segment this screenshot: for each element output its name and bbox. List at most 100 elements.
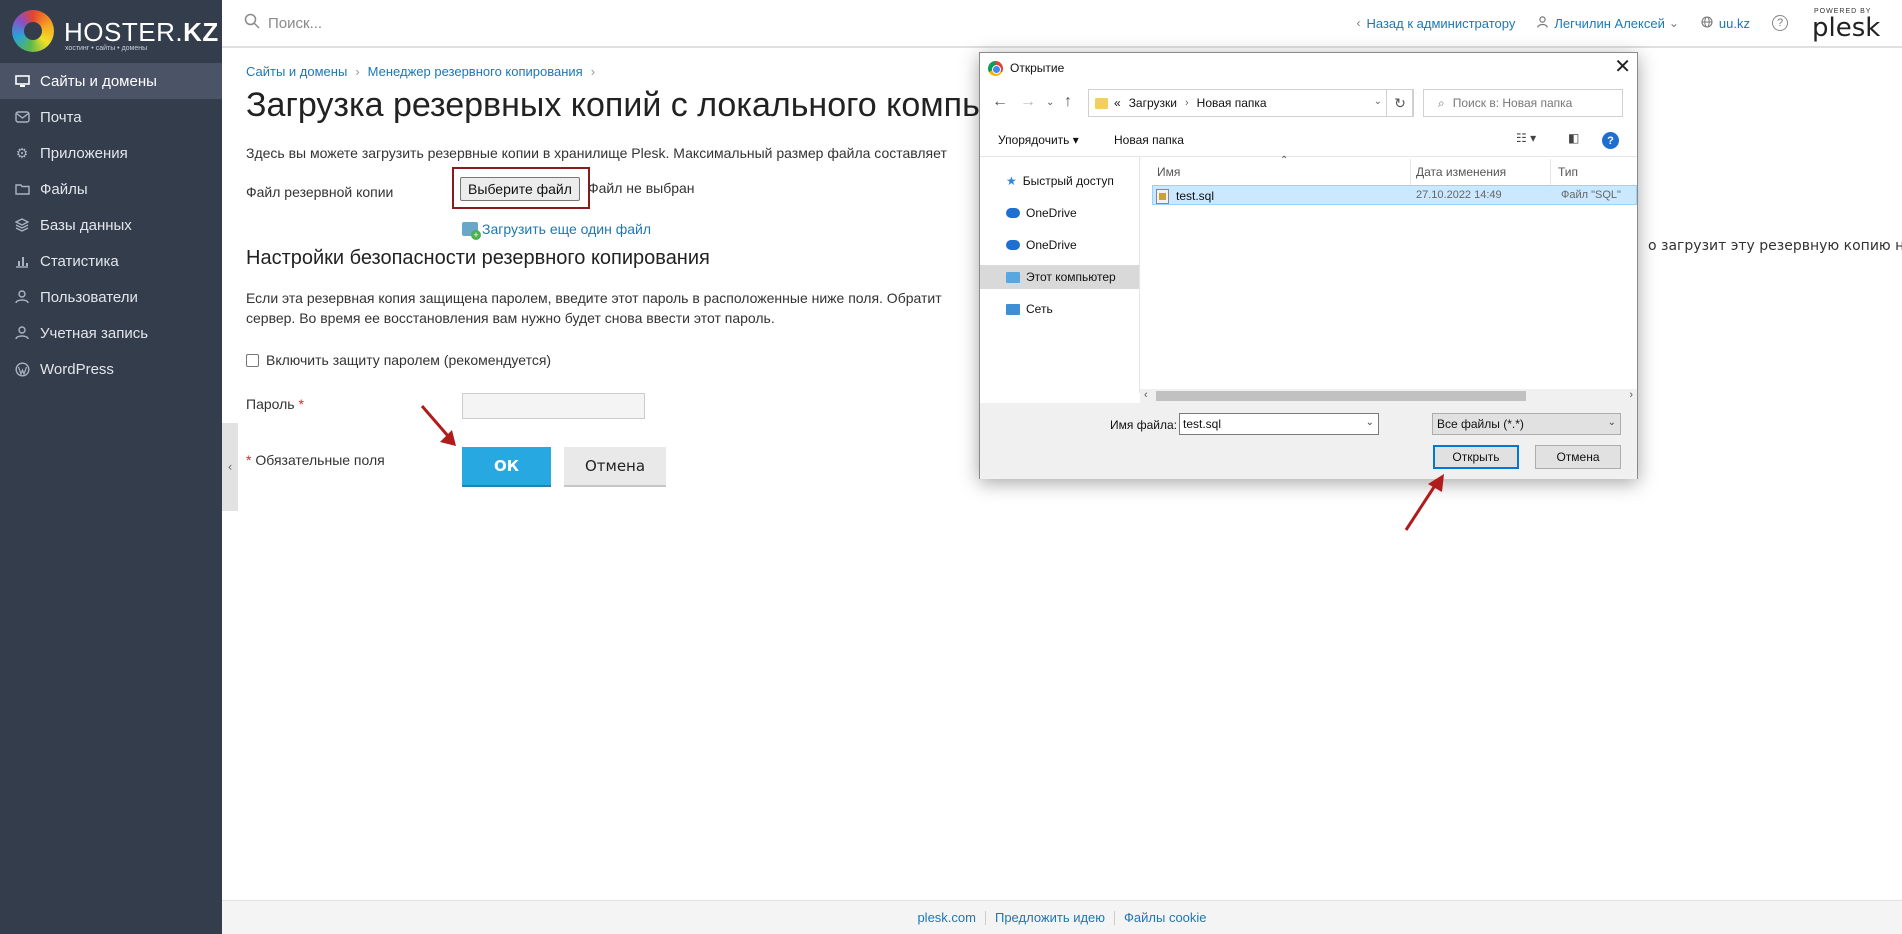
new-folder-button[interactable]: Новая папка: [1114, 133, 1184, 147]
password-label-text: Пароль: [246, 396, 295, 412]
preview-pane-icon[interactable]: ◧: [1568, 131, 1579, 145]
scroll-left-icon[interactable]: ‹: [1144, 389, 1148, 401]
nav-this-pc[interactable]: Этот компьютер: [980, 265, 1139, 289]
nav-network[interactable]: Сеть: [980, 297, 1139, 321]
file-label: Файл резервной копии: [246, 184, 394, 200]
sidebar-item-sites-domains[interactable]: Сайты и домены: [0, 63, 222, 99]
sidebar-item-label: Почта: [40, 108, 82, 126]
add-another-file-link[interactable]: Загрузить еще один файл: [462, 221, 651, 240]
sidebar-item-databases[interactable]: Базы данных: [0, 207, 222, 243]
page-title: Загрузка резервных копий с локального ко…: [246, 86, 980, 124]
back-arrow-icon[interactable]: ←: [992, 93, 1008, 111]
column-header-name[interactable]: Имя: [1157, 165, 1180, 179]
search-icon: [244, 13, 268, 33]
footer-link-plesk[interactable]: plesk.com: [917, 910, 976, 925]
logo-subtitle: хостинг • сайты • домены: [65, 45, 148, 52]
nav-onedrive[interactable]: OneDrive: [980, 201, 1139, 225]
back-to-admin-link[interactable]: ‹ Назад к администратору: [1356, 16, 1515, 31]
annotation-arrow-icon: [420, 405, 456, 446]
chevron-down-icon[interactable]: ⌄: [1366, 417, 1374, 428]
dialog-toolbar: Упорядочить ▾ Новая папка ☷ ▾ ◧ ?: [980, 125, 1637, 157]
filename-input[interactable]: test.sql ⌄: [1179, 413, 1379, 435]
path-segment-new-folder[interactable]: Новая папка: [1197, 96, 1267, 110]
intro-text: Здесь вы можете загрузить резервные копи…: [246, 145, 947, 161]
horizontal-scrollbar[interactable]: ‹ ›: [1140, 389, 1637, 403]
column-header-type[interactable]: Тип: [1558, 165, 1578, 179]
file-type-select[interactable]: Все файлы (*.*) ⌄: [1432, 413, 1621, 435]
footer-link-cookies[interactable]: Файлы cookie: [1124, 910, 1207, 925]
required-mark: *: [246, 452, 252, 468]
dialog-footer: Имя файла: test.sql ⌄ Все файлы (*.*) ⌄ …: [980, 403, 1637, 479]
hoster-logo[interactable]: HOSTER.KZ хостинг • сайты • домены: [12, 8, 218, 54]
sidebar-nav: Сайты и домены Почта ⚙ Приложения Файлы …: [0, 63, 222, 387]
sidebar-item-statistics[interactable]: Статистика: [0, 243, 222, 279]
forward-arrow-icon[interactable]: →: [1020, 93, 1036, 111]
refresh-icon[interactable]: ↻: [1386, 89, 1414, 117]
help-icon[interactable]: ?: [1602, 132, 1619, 149]
sidebar-item-wordpress[interactable]: WordPress: [0, 351, 222, 387]
plesk-logo: POWERED BY plesk: [1812, 3, 1880, 43]
security-text: Если эта резервная копия защищена пароле…: [246, 288, 942, 328]
file-type: Файл "SQL": [1561, 189, 1621, 201]
choose-file-button[interactable]: Выберите файл: [460, 177, 580, 201]
chevron-down-icon: ⌄: [1607, 417, 1616, 428]
dialog-navbar: ← → ⌄ ↑ « Загрузки › Новая папка ⌄ ↻ ⌕ П…: [980, 83, 1637, 123]
password-input[interactable]: [462, 393, 645, 419]
sidebar-item-files[interactable]: Файлы: [0, 171, 222, 207]
sidebar: HOSTER.KZ хостинг • сайты • домены Сайты…: [0, 0, 222, 934]
sidebar-item-account[interactable]: Учетная запись: [0, 315, 222, 351]
column-header-modified[interactable]: Дата изменения: [1416, 165, 1506, 179]
sql-file-icon: [1156, 189, 1169, 204]
chevron-left-icon: ‹: [1356, 16, 1361, 30]
scrollbar-thumb[interactable]: [1156, 391, 1526, 401]
domain-selector[interactable]: uu.kz: [1701, 16, 1750, 31]
recent-dropdown-icon[interactable]: ⌄: [1046, 97, 1054, 108]
sidebar-item-users[interactable]: Пользователи: [0, 279, 222, 315]
path-segment-downloads[interactable]: Загрузки: [1129, 96, 1177, 110]
organize-label: Упорядочить: [998, 133, 1070, 147]
sidebar-item-applications[interactable]: ⚙ Приложения: [0, 135, 222, 171]
chevron-down-icon[interactable]: ⌄: [1374, 96, 1382, 107]
sidebar-item-mail[interactable]: Почта: [0, 99, 222, 135]
checkbox[interactable]: [246, 353, 259, 367]
open-button[interactable]: Открыть: [1433, 445, 1519, 469]
breadcrumb-sites-domains[interactable]: Сайты и домены: [246, 64, 347, 79]
sidebar-item-label: WordPress: [40, 360, 114, 378]
annotation-arrow-icon: [1404, 474, 1444, 531]
nav-quick-access[interactable]: ★ Быстрый доступ: [980, 169, 1139, 193]
topbar: Поиск... ‹ Назад к администратору Легчил…: [222, 0, 1902, 48]
password-protection-checkbox[interactable]: Включить защиту паролем (рекомендуется): [246, 352, 551, 368]
cloud-icon: [1006, 208, 1020, 218]
column-separator[interactable]: [1550, 159, 1551, 187]
nav-label: Быстрый доступ: [1022, 174, 1114, 188]
dialog-search-input[interactable]: ⌕ Поиск в: Новая папка: [1423, 89, 1623, 117]
search-input[interactable]: Поиск...: [268, 15, 322, 32]
security-text-right: о загрузит эту резервную копию на: [1648, 238, 1902, 254]
dialog-cancel-button[interactable]: Отмена: [1535, 445, 1621, 469]
user-menu[interactable]: Легчилин Алексей ⌄: [1537, 16, 1679, 31]
footer-link-suggest-idea[interactable]: Предложить идею: [995, 910, 1105, 925]
add-file-icon: [462, 222, 481, 240]
path-overflow[interactable]: «: [1114, 96, 1121, 110]
sort-up-icon: ⌃: [1280, 155, 1289, 166]
domain-label: uu.kz: [1718, 15, 1750, 31]
close-icon[interactable]: ✕: [1614, 57, 1631, 77]
cancel-button[interactable]: Отмена: [564, 447, 666, 487]
organize-menu[interactable]: Упорядочить ▾: [998, 133, 1079, 147]
up-arrow-icon[interactable]: ↑: [1064, 93, 1072, 111]
chevron-left-icon: ‹: [227, 460, 233, 474]
column-separator[interactable]: [1410, 159, 1411, 187]
address-bar[interactable]: « Загрузки › Новая папка ⌄: [1088, 89, 1413, 117]
sidebar-collapse-handle[interactable]: ‹: [222, 423, 238, 511]
file-row[interactable]: test.sql 27.10.2022 14:49 Файл "SQL": [1152, 185, 1637, 205]
nav-onedrive-2[interactable]: OneDrive: [980, 233, 1139, 257]
account-icon: [14, 325, 30, 341]
ok-button[interactable]: ОК: [462, 447, 551, 487]
view-options-icon[interactable]: ☷ ▾: [1516, 131, 1536, 145]
search-box[interactable]: Поиск...: [244, 13, 322, 33]
scroll-right-icon[interactable]: ›: [1629, 389, 1633, 401]
database-icon: [14, 217, 30, 233]
file-name: test.sql: [1176, 189, 1215, 203]
breadcrumb-backup-manager[interactable]: Менеджер резервного копирования: [368, 64, 583, 79]
help-icon[interactable]: ?: [1772, 15, 1788, 31]
